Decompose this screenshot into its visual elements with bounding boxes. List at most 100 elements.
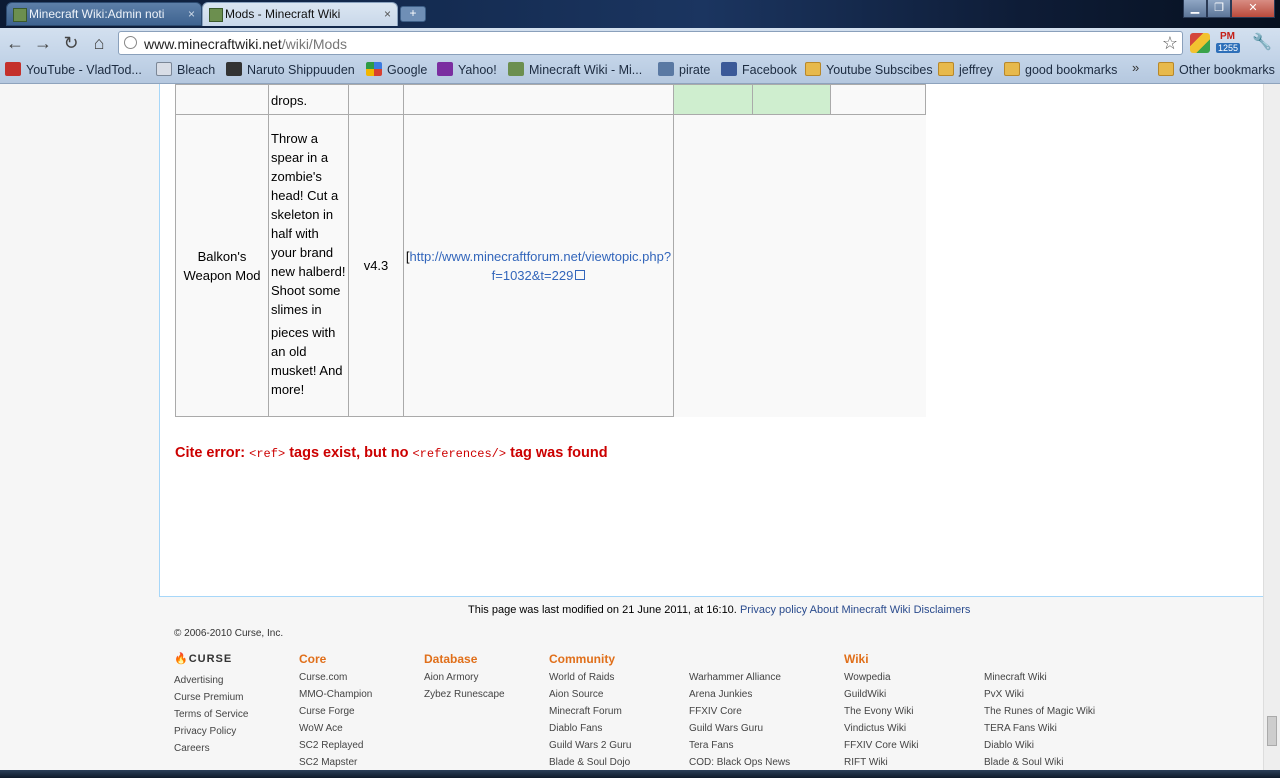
footer-link[interactable]: RIFT Wiki xyxy=(844,754,918,771)
footer-link[interactable]: Diablo Fans xyxy=(549,720,631,737)
table-cell: drops. xyxy=(268,84,349,115)
bookmark-google[interactable]: Google xyxy=(366,62,427,78)
footer-community-column: Community World of Raids Aion Source Min… xyxy=(549,652,631,771)
footer-link[interactable]: Privacy Policy xyxy=(174,723,248,740)
privacy-policy-link[interactable]: Privacy policy xyxy=(740,604,807,616)
footer-link[interactable]: Guild Wars Guru xyxy=(689,720,790,737)
tab-close-icon[interactable]: × xyxy=(188,3,195,25)
footer-link[interactable]: Tera Fans xyxy=(689,737,790,754)
footer-link[interactable]: Blade & Soul Dojo xyxy=(549,754,631,771)
bookmark-folder-youtube-subs[interactable]: Youtube Subscibes xyxy=(805,62,933,78)
pm-label: PM xyxy=(1220,31,1235,42)
scrollbar-thumb[interactable] xyxy=(1267,716,1277,746)
footer-link[interactable]: The Evony Wiki xyxy=(844,703,918,720)
tab-mods[interactable]: Mods - Minecraft Wiki × xyxy=(202,2,398,26)
footer-link[interactable]: TERA Fans Wiki xyxy=(984,720,1095,737)
footer-link[interactable]: FFXIV Core xyxy=(689,703,790,720)
google-icon xyxy=(366,62,382,76)
bookmarks-bar: YouTube - VladTod... Bleach Naruto Shipp… xyxy=(0,58,1280,84)
footer-link[interactable]: Terms of Service xyxy=(174,706,248,723)
back-button[interactable]: ← xyxy=(4,32,26,54)
footer-wiki-column: Wiki Wowpedia GuildWiki The Evony Wiki V… xyxy=(844,652,918,771)
about-link[interactable]: About Minecraft Wiki xyxy=(810,604,911,616)
external-link-icon xyxy=(575,269,586,280)
close-window-button[interactable]: ✕ xyxy=(1231,0,1275,18)
other-bookmarks[interactable]: Other bookmarks xyxy=(1158,62,1275,78)
footer-link[interactable]: Guild Wars 2 Guru xyxy=(549,737,631,754)
disclaimers-link[interactable]: Disclaimers xyxy=(914,604,971,616)
bookmark-youtube[interactable]: YouTube - VladTod... xyxy=(5,62,142,78)
footer-link[interactable]: Curse.com xyxy=(299,669,372,686)
table-row: Balkon's Weapon Mod Throw a spear in a z… xyxy=(175,114,926,417)
bookmarks-overflow-chevron-icon[interactable]: » xyxy=(1132,60,1139,75)
tab-admin-noticeboard[interactable]: Minecraft Wiki:Admin noti × xyxy=(6,2,202,26)
bookmark-yahoo[interactable]: Yahoo! xyxy=(437,62,497,78)
cite-error-message: Cite error: <ref> tags exist, but no <re… xyxy=(175,445,608,461)
url-text[interactable]: www.minecraftwiki.net/wiki/Mods xyxy=(144,36,347,52)
bookmark-folder-good[interactable]: good bookmarks xyxy=(1004,62,1117,78)
title-bar: Minecraft Wiki:Admin noti × Mods - Minec… xyxy=(0,0,1280,28)
footer-link[interactable]: Vindictus Wiki xyxy=(844,720,918,737)
table-cell xyxy=(830,84,926,115)
extension-icon[interactable] xyxy=(1190,33,1210,53)
footer-link[interactable]: COD: Black Ops News xyxy=(689,754,790,771)
maximize-button[interactable]: ❐ xyxy=(1207,0,1231,18)
footer-link[interactable]: PvX Wiki xyxy=(984,686,1095,703)
footer-link[interactable]: Careers xyxy=(174,740,248,757)
footer-link[interactable]: Aion Armory xyxy=(424,669,505,686)
footer-link[interactable]: SC2 Mapster xyxy=(299,754,372,771)
footer-link[interactable]: Wowpedia xyxy=(844,669,918,686)
bookmark-star-icon[interactable]: ☆ xyxy=(1162,32,1178,54)
forum-link[interactable]: http://www.minecraftforum.net/viewtopic.… xyxy=(410,249,672,283)
bookmark-pirate[interactable]: pirate xyxy=(658,62,710,78)
footer-link[interactable]: GuildWiki xyxy=(844,686,918,703)
footer-community-column-2: Warhammer Alliance Arena Junkies FFXIV C… xyxy=(689,652,790,771)
footer-link[interactable]: The Runes of Magic Wiki xyxy=(984,703,1095,720)
footer-link[interactable]: Aion Source xyxy=(549,686,631,703)
bookmark-naruto[interactable]: Naruto Shippuuden xyxy=(226,62,355,78)
table-cell xyxy=(403,84,674,115)
forward-button[interactable]: → xyxy=(32,32,54,54)
footer-link[interactable]: Advertising xyxy=(174,672,248,689)
bookmark-minecraft-wiki[interactable]: Minecraft Wiki - Mi... xyxy=(508,62,642,78)
new-tab-button[interactable]: + xyxy=(400,6,426,22)
footer-heading: Database xyxy=(424,652,478,666)
folder-icon xyxy=(1158,62,1174,76)
copyright-text: © 2006-2010 Curse, Inc. xyxy=(174,628,284,639)
folder-icon xyxy=(1004,62,1020,76)
footer-link[interactable]: Minecraft Forum xyxy=(549,703,631,720)
footer-link[interactable]: FFXIV Core Wiki xyxy=(844,737,918,754)
footer-link[interactable]: World of Raids xyxy=(549,669,631,686)
footer-link[interactable]: Curse Premium xyxy=(174,689,248,706)
minecraft-favicon-icon xyxy=(13,8,27,22)
footer-link[interactable]: SC2 Replayed xyxy=(299,737,372,754)
minecraft-icon xyxy=(508,62,524,76)
minimize-button[interactable]: ▁ xyxy=(1183,0,1207,18)
home-button[interactable]: ⌂ xyxy=(88,32,110,54)
footer-link[interactable]: Warhammer Alliance xyxy=(689,669,790,686)
pm-extension-button[interactable]: PM 1255 xyxy=(1216,31,1246,55)
bookmark-folder-jeffrey[interactable]: jeffrey xyxy=(938,62,993,78)
footer-link[interactable]: Blade & Soul Wiki xyxy=(984,754,1095,771)
mod-name-cell: Balkon's Weapon Mod xyxy=(175,114,269,417)
pm-count-badge: 1255 xyxy=(1216,43,1241,53)
curse-logo: 🔥CURSE xyxy=(174,653,233,665)
tab-close-icon[interactable]: × xyxy=(384,3,391,25)
bookmark-facebook[interactable]: Facebook xyxy=(721,62,797,78)
wrench-menu-icon[interactable]: 🔧 xyxy=(1252,32,1272,52)
table-cell-status xyxy=(752,84,831,115)
page-icon xyxy=(124,36,137,49)
mod-description-cell: Throw a spear in a zombie's head! Cut a … xyxy=(268,114,349,417)
footer-link[interactable]: Minecraft Wiki xyxy=(984,669,1095,686)
footer-link[interactable]: Arena Junkies xyxy=(689,686,790,703)
reload-button[interactable]: ↻ xyxy=(60,32,82,54)
footer-link[interactable]: MMO-Champion xyxy=(299,686,372,703)
footer-curse-column: 🔥CURSE Advertising Curse Premium Terms o… xyxy=(174,652,248,757)
footer-link[interactable]: Diablo Wiki xyxy=(984,737,1095,754)
vertical-scrollbar[interactable] xyxy=(1263,84,1280,770)
bookmark-bleach[interactable]: Bleach xyxy=(156,62,215,78)
footer-link[interactable]: WoW Ace xyxy=(299,720,372,737)
footer-link[interactable]: Zybez Runescape xyxy=(424,686,505,703)
footer-link[interactable]: Curse Forge xyxy=(299,703,372,720)
address-bar[interactable]: www.minecraftwiki.net/wiki/Mods ☆ xyxy=(118,31,1183,55)
